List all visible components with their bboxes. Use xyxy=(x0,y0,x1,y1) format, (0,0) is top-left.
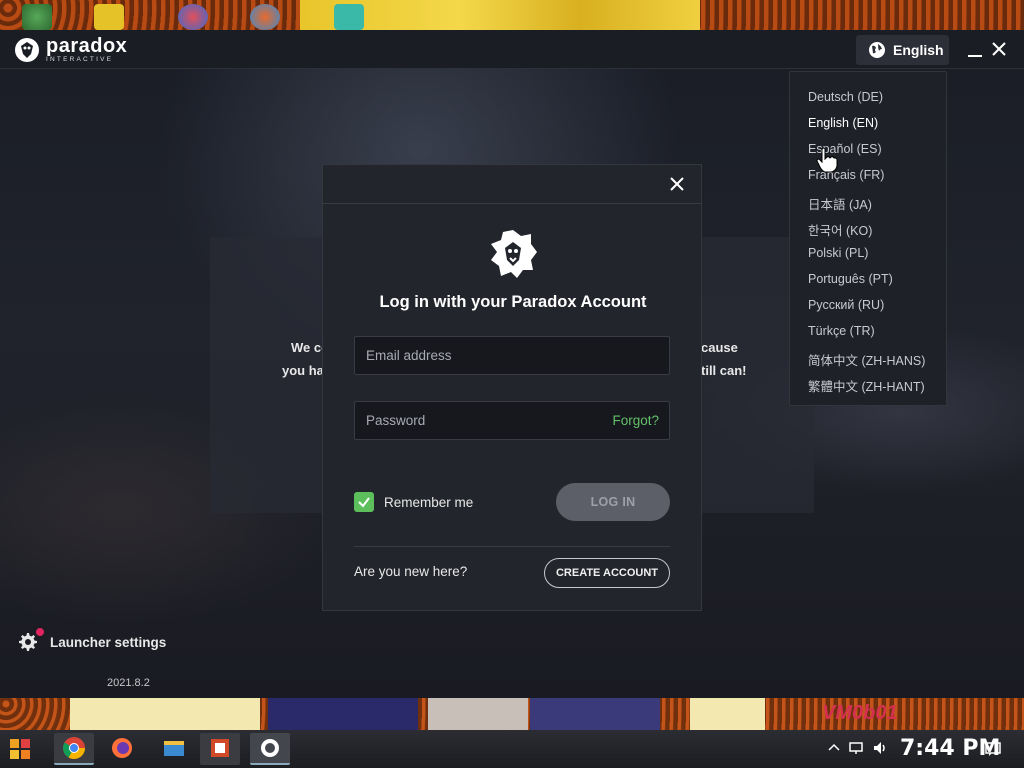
login-button[interactable]: LOG IN xyxy=(556,483,670,521)
language-option[interactable]: Русский (RU) xyxy=(808,298,884,312)
launcher-settings-button[interactable]: Launcher settings xyxy=(19,628,167,651)
desktop-icon-5[interactable] xyxy=(334,4,364,30)
wallpaper-panel xyxy=(690,698,765,730)
paradox-launcher-window: paradox INTERACTIVE English We co cause … xyxy=(0,30,1024,698)
taskbar-powerpoint[interactable] xyxy=(200,733,240,765)
version-label: 2021.8.2 xyxy=(107,677,150,689)
notification-center-icon[interactable] xyxy=(984,740,1002,758)
divider xyxy=(354,546,670,547)
title-bar: paradox INTERACTIVE English xyxy=(0,30,1024,69)
paradox-logo: paradox INTERACTIVE xyxy=(12,35,127,65)
email-field[interactable]: Email address xyxy=(354,336,670,375)
speaker-icon[interactable] xyxy=(872,740,888,756)
login-modal: Log in with your Paradox Account Email a… xyxy=(322,164,702,611)
brand-subtitle: INTERACTIVE xyxy=(46,56,114,64)
chrome-icon xyxy=(63,737,85,759)
powerpoint-icon xyxy=(211,739,229,757)
create-account-button[interactable]: CREATE ACCOUNT xyxy=(544,558,670,588)
wallpaper-panel xyxy=(268,698,418,730)
taskbar-chrome[interactable] xyxy=(54,733,94,765)
language-option[interactable]: 简体中文 (ZH-HANS) xyxy=(808,350,925,369)
launcher-settings-label: Launcher settings xyxy=(50,634,167,650)
taskbar: 7:44 PM xyxy=(0,730,1024,768)
taskbar-file-explorer[interactable] xyxy=(154,733,194,765)
new-user-prompt: Are you new here? xyxy=(354,564,468,579)
brand-name: paradox xyxy=(46,35,128,58)
background-text-2-left: you ha xyxy=(282,363,324,378)
checkmark-icon xyxy=(358,497,370,508)
remember-me-checkbox[interactable] xyxy=(354,492,374,512)
start-icon xyxy=(10,739,30,759)
close-window-icon[interactable] xyxy=(990,40,1008,58)
wallpaper-panel xyxy=(70,698,260,730)
background-text-2-right: till can! xyxy=(701,363,747,378)
taskbar-firefox[interactable] xyxy=(100,733,140,765)
language-option[interactable]: 한국어 (KO) xyxy=(808,220,872,239)
start-button[interactable] xyxy=(0,733,46,765)
password-placeholder: Password xyxy=(366,413,426,428)
language-option[interactable]: Türkçe (TR) xyxy=(808,324,875,338)
remember-me-label[interactable]: Remember me xyxy=(384,495,473,510)
taskbar-paradox-launcher[interactable] xyxy=(250,733,290,765)
modal-header xyxy=(323,165,701,204)
desktop-icon-3[interactable] xyxy=(178,4,208,30)
close-icon[interactable] xyxy=(669,176,685,192)
language-dropdown: Deutsch (DE) English (EN) Español (ES) F… xyxy=(789,71,947,406)
gear-icon xyxy=(19,633,37,651)
desktop-background-top xyxy=(0,0,1024,30)
desktop-icon-4[interactable] xyxy=(250,4,280,30)
folder-icon xyxy=(164,741,184,756)
forgot-password-link[interactable]: Forgot? xyxy=(612,413,659,428)
chevron-up-icon[interactable] xyxy=(826,740,842,756)
paradox-lion-icon xyxy=(491,230,537,278)
email-placeholder: Email address xyxy=(366,348,452,363)
background-text-1-right: cause xyxy=(701,340,738,355)
network-icon[interactable] xyxy=(848,740,864,756)
language-option[interactable]: 日本語 (JA) xyxy=(808,194,872,213)
hand-cursor-icon xyxy=(816,147,838,173)
language-option[interactable]: Polski (PL) xyxy=(808,246,868,260)
language-button[interactable]: English xyxy=(856,35,949,65)
password-field[interactable]: Password Forgot? xyxy=(354,401,670,440)
wallpaper-text: VM0b01 xyxy=(822,702,898,724)
language-option[interactable]: 繁體中文 (ZH-HANT) xyxy=(808,376,925,395)
globe-icon xyxy=(869,42,885,58)
language-button-label: English xyxy=(893,42,944,58)
language-option[interactable]: Deutsch (DE) xyxy=(808,90,883,104)
paradox-lion-icon xyxy=(261,739,279,757)
desktop-icon-1[interactable] xyxy=(22,4,52,30)
language-option[interactable]: Português (PT) xyxy=(808,272,893,286)
notification-dot xyxy=(36,628,44,636)
firefox-icon xyxy=(112,738,132,758)
language-option-selected[interactable]: English (EN) xyxy=(808,116,878,130)
wallpaper-panel xyxy=(530,698,660,730)
paradox-lion-icon xyxy=(12,35,42,65)
minimize-icon[interactable] xyxy=(966,42,984,60)
wallpaper-panel xyxy=(428,698,528,730)
modal-title: Log in with your Paradox Account xyxy=(379,293,647,311)
desktop-background-bottom: VM0b01 xyxy=(0,698,1024,730)
desktop-icon-2[interactable] xyxy=(94,4,124,30)
